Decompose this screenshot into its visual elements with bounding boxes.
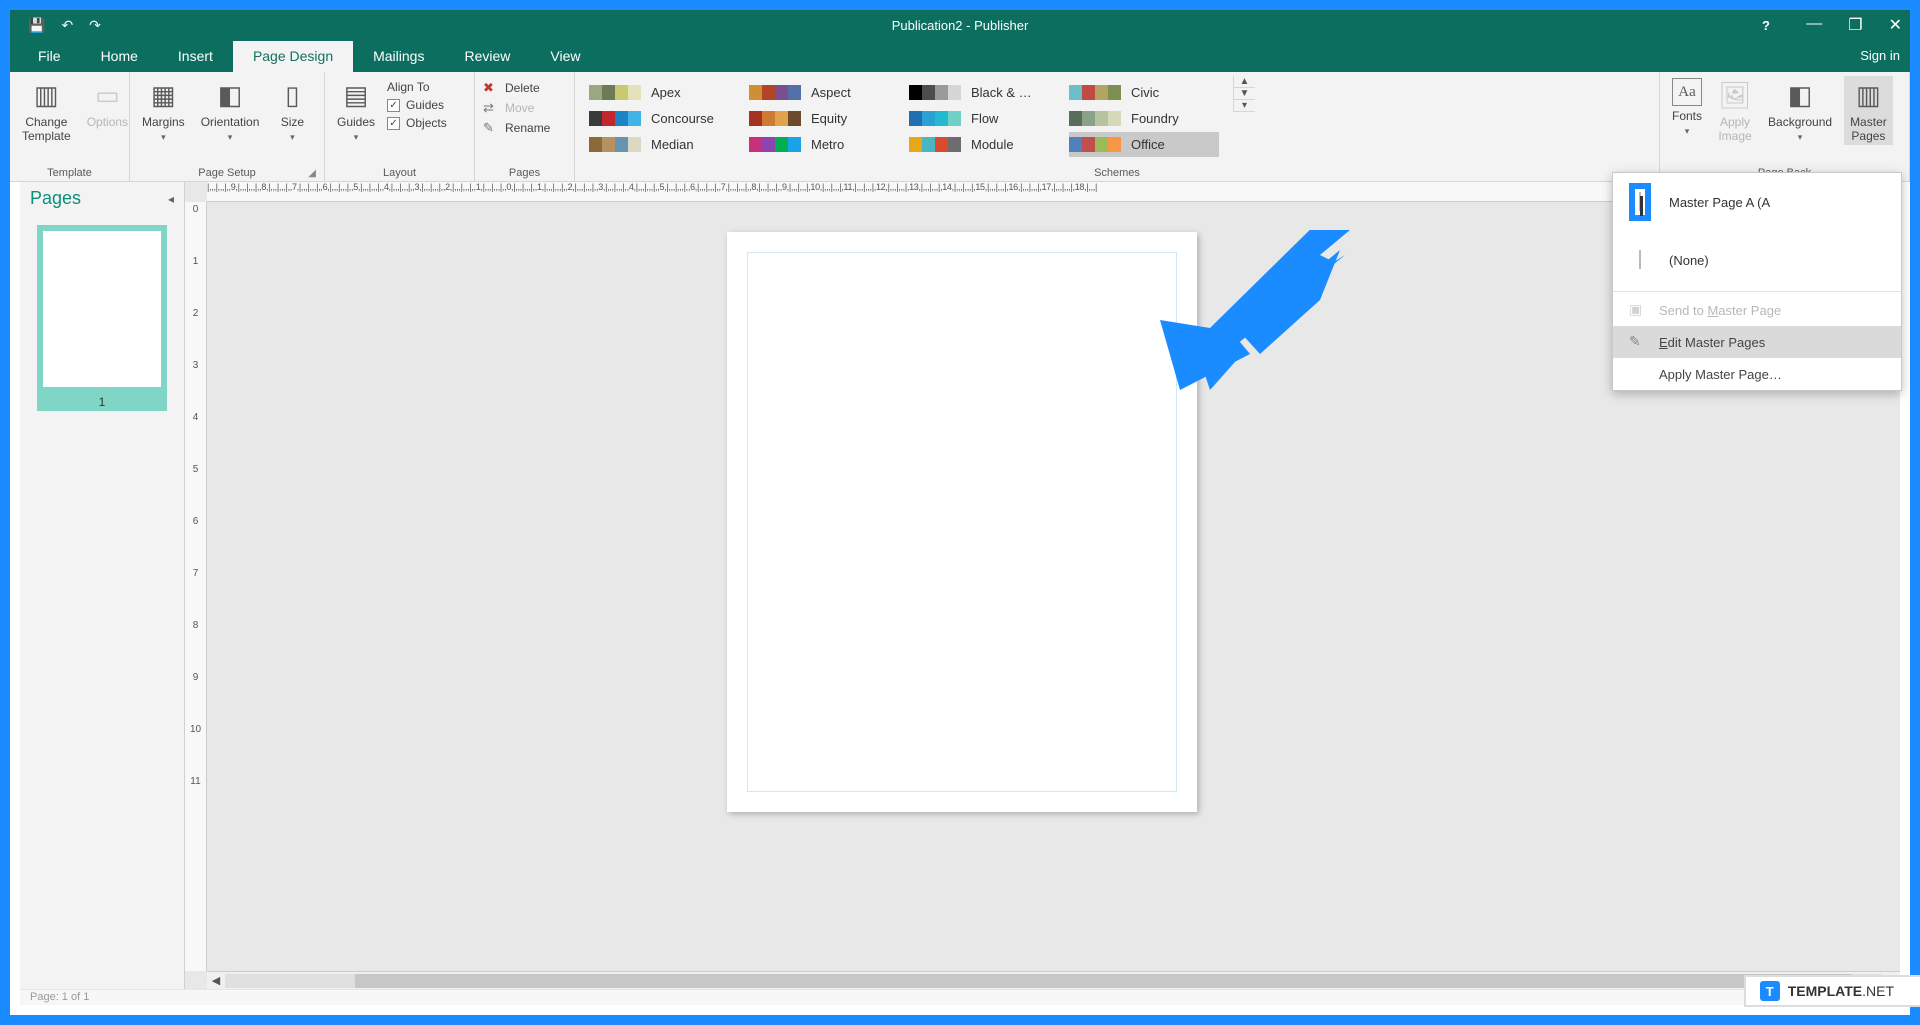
- image-icon: 🖼: [1718, 78, 1752, 112]
- tab-home[interactable]: Home: [81, 41, 158, 72]
- redo-icon[interactable]: ↷: [89, 17, 101, 34]
- orientation-icon: ◧: [213, 78, 247, 112]
- pages-panel-title: Pages◂: [20, 182, 184, 215]
- apply-image-button[interactable]: 🖼 Apply Image: [1714, 76, 1756, 145]
- scheme-median[interactable]: Median: [589, 132, 739, 157]
- master-pages-dropdown: Master Page A (A (None) ▣ Send to Master…: [1612, 172, 1902, 391]
- margins-button[interactable]: ▦ Margins ▾: [138, 76, 189, 145]
- guides-button[interactable]: ▤ Guides ▾: [333, 76, 379, 145]
- close-button[interactable]: ✕: [1889, 15, 1902, 35]
- sign-in-link[interactable]: Sign in: [1860, 48, 1900, 63]
- margin-guides: [747, 252, 1177, 792]
- scheme-foundry[interactable]: Foundry: [1069, 106, 1219, 131]
- undo-icon[interactable]: ↶: [61, 17, 73, 34]
- save-icon[interactable]: 💾: [28, 17, 45, 34]
- group-layout-label: Layout: [333, 164, 466, 181]
- page-setup-launcher-icon[interactable]: ◢: [308, 168, 316, 179]
- delete-page-button[interactable]: ✖Delete: [483, 80, 550, 96]
- scheme-flow[interactable]: Flow: [909, 106, 1059, 131]
- size-icon: ▯: [275, 78, 309, 112]
- move-page-button[interactable]: ⇄Move: [483, 100, 550, 116]
- background-button[interactable]: ◧ Background ▾: [1764, 76, 1836, 145]
- scheme-module[interactable]: Module: [909, 132, 1059, 157]
- send-to-master-page-item: ▣ Send to Master Page: [1613, 294, 1901, 326]
- options-button[interactable]: ▭ Options: [83, 76, 132, 131]
- window-title: Publication2 - Publisher: [892, 18, 1029, 33]
- scheme-equity[interactable]: Equity: [749, 106, 899, 131]
- status-page-count: Page: 1 of 1: [30, 991, 89, 1004]
- send-icon: ▣: [1629, 301, 1647, 319]
- watermark-logo-icon: T: [1760, 981, 1780, 1001]
- scroll-left-icon[interactable]: ◀: [207, 974, 225, 987]
- align-guides-checkbox[interactable]: ✓Guides: [387, 98, 447, 112]
- gallery-up-icon[interactable]: ▲: [1234, 76, 1255, 88]
- scheme-aspect[interactable]: Aspect: [749, 80, 899, 105]
- tab-file[interactable]: File: [18, 41, 81, 72]
- master-pages-button[interactable]: ▥ Master Pages: [1844, 76, 1893, 145]
- group-template-label: Template: [18, 164, 121, 181]
- minimize-button[interactable]: —: [1806, 15, 1822, 35]
- edit-master-pages-item[interactable]: ✎ Edit Master Pages: [1613, 326, 1901, 358]
- master-page-a-item[interactable]: Master Page A (A: [1613, 173, 1901, 231]
- group-pages-label: Pages: [483, 164, 566, 181]
- delete-icon: ✖: [483, 80, 499, 96]
- group-schemes-label: Schemes: [583, 164, 1651, 181]
- scheme-apex[interactable]: Apex: [589, 80, 739, 105]
- page[interactable]: [727, 232, 1197, 812]
- ribbon: ▥ Change Template ▭ Options Template ▦ M…: [10, 72, 1910, 182]
- vertical-ruler: 01234567891011: [185, 202, 207, 971]
- edit-icon: ✎: [1629, 333, 1647, 351]
- guides-icon: ▤: [339, 78, 373, 112]
- margins-icon: ▦: [146, 78, 180, 112]
- ribbon-tabs: File Home Insert Page Design Mailings Re…: [10, 40, 1910, 72]
- scheme-black[interactable]: Black & …: [909, 80, 1059, 105]
- tab-review[interactable]: Review: [444, 41, 530, 72]
- background-icon: ◧: [1783, 78, 1817, 112]
- options-icon: ▭: [90, 78, 124, 112]
- help-icon[interactable]: ?: [1762, 18, 1770, 33]
- page-thumbnail-number: 1: [37, 393, 167, 411]
- schemes-gallery[interactable]: Apex Aspect Black & … Civic Concourse Equity F…: [575, 72, 1660, 181]
- align-to-label: Align To: [387, 80, 447, 94]
- title-bar: 💾 ↶ ↷ Publication2 - Publisher ? — ❐ ✕: [10, 10, 1910, 40]
- pages-panel: Pages◂ 1: [20, 182, 185, 989]
- master-pages-icon: ▥: [1851, 78, 1885, 112]
- fonts-button[interactable]: Aa Fonts ▾: [1668, 76, 1706, 139]
- watermark: T TEMPLATE.NET ▸: [1744, 975, 1920, 1007]
- scheme-civic[interactable]: Civic: [1069, 80, 1219, 105]
- page-thumbnail[interactable]: 1: [37, 225, 167, 411]
- apply-icon: [1629, 365, 1647, 383]
- horizontal-scrollbar[interactable]: ◀ ▶: [207, 971, 1900, 989]
- maximize-button[interactable]: ❐: [1848, 15, 1862, 35]
- tab-page-design[interactable]: Page Design: [233, 41, 353, 72]
- apply-master-page-item[interactable]: Apply Master Page…: [1613, 358, 1901, 390]
- tab-insert[interactable]: Insert: [158, 41, 233, 72]
- tab-view[interactable]: View: [530, 41, 600, 72]
- gallery-down-icon[interactable]: ▼: [1234, 88, 1255, 100]
- change-template-button[interactable]: ▥ Change Template: [18, 76, 75, 145]
- fonts-icon: Aa: [1672, 78, 1702, 106]
- scheme-office[interactable]: Office: [1069, 132, 1219, 157]
- rename-page-button[interactable]: ✎Rename: [483, 120, 550, 136]
- scheme-concourse[interactable]: Concourse: [589, 106, 739, 131]
- scheme-metro[interactable]: Metro: [749, 132, 899, 157]
- orientation-button[interactable]: ◧ Orientation ▾: [197, 76, 264, 145]
- align-objects-checkbox[interactable]: ✓Objects: [387, 116, 447, 130]
- move-icon: ⇄: [483, 100, 499, 116]
- group-page-setup-label: Page Setup◢: [138, 164, 316, 181]
- rename-icon: ✎: [483, 120, 499, 136]
- size-button[interactable]: ▯ Size ▾: [271, 76, 313, 145]
- annotation-arrow-icon: [1150, 230, 1360, 390]
- tab-mailings[interactable]: Mailings: [353, 41, 444, 72]
- gallery-more-icon[interactable]: ▾: [1234, 100, 1255, 112]
- status-bar: Page: 1 of 1 45%: [20, 989, 1900, 1005]
- collapse-icon[interactable]: ◂: [168, 192, 174, 206]
- master-page-none-item[interactable]: (None): [1613, 231, 1901, 289]
- template-icon: ▥: [29, 78, 63, 112]
